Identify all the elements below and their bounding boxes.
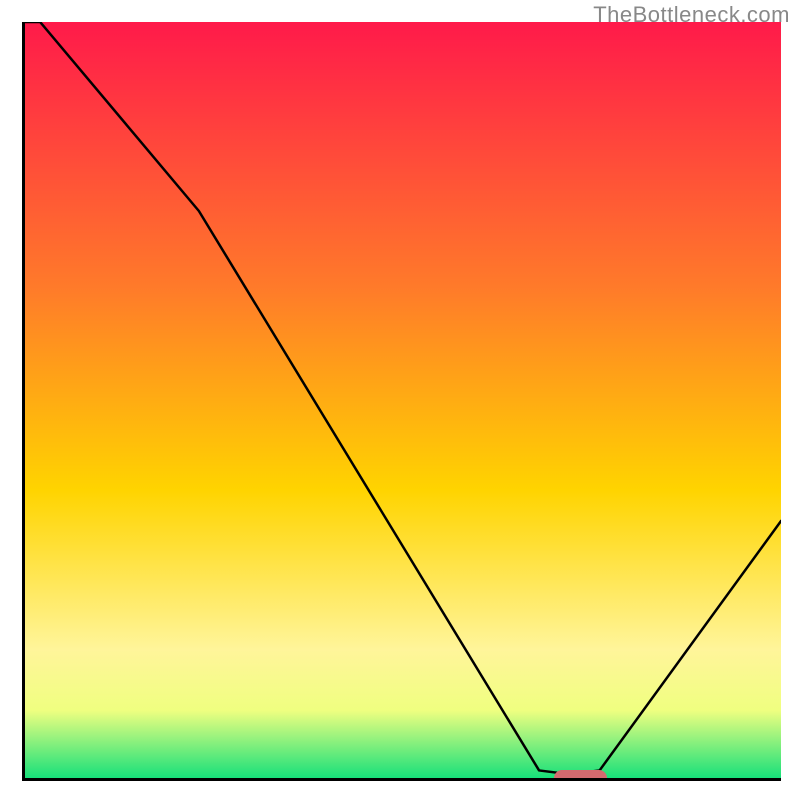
optimal-marker [554,770,607,781]
chart-container: TheBottleneck.com [0,0,800,800]
bottleneck-curve [25,22,781,778]
plot-area [22,22,781,781]
watermark-text: TheBottleneck.com [593,2,790,28]
